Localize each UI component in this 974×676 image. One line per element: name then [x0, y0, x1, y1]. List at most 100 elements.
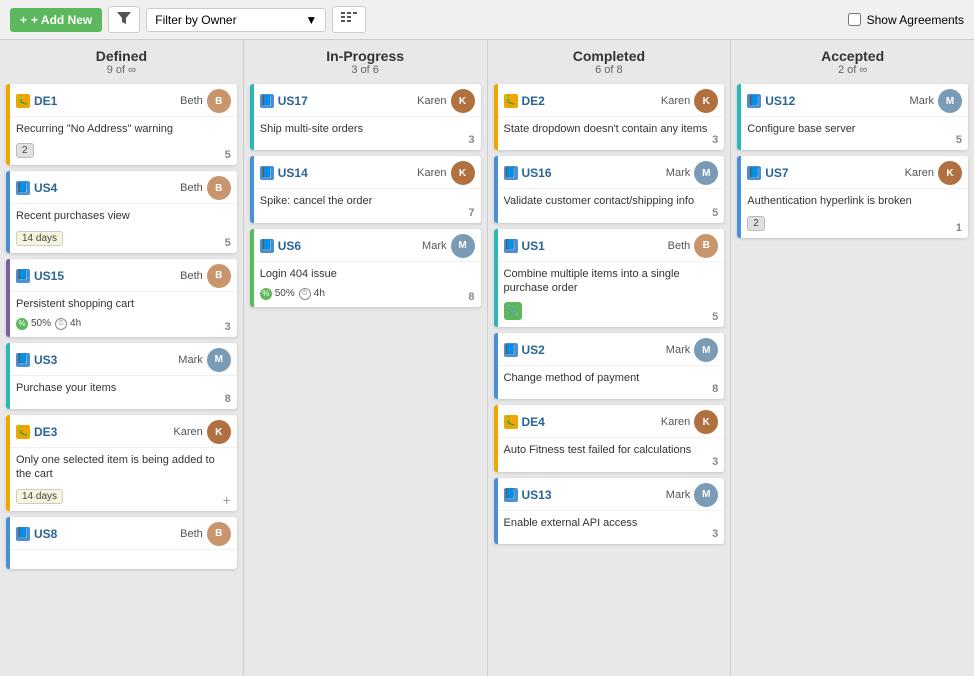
- card[interactable]: 📘 US4 Beth B Recent purchases view 14 da…: [6, 171, 237, 252]
- card[interactable]: 📘 US2 Mark M Change method of payment 8: [494, 333, 725, 399]
- card-owner: Karen K: [905, 161, 962, 185]
- card[interactable]: 🐛 DE1 Beth B Recurring "No Address" warn…: [6, 84, 237, 165]
- card-id[interactable]: US12: [765, 94, 795, 108]
- card-id-area: 📘 US17: [260, 94, 308, 108]
- card-points: 5: [712, 207, 718, 219]
- column-count-completed: 6 of 8: [492, 64, 727, 76]
- column-title-completed: Completed: [492, 48, 727, 64]
- card-header: 📘 US15 Beth B: [10, 259, 237, 292]
- card-id[interactable]: US15: [34, 269, 64, 283]
- card-header: 📘 US17 Karen K: [254, 84, 481, 117]
- owner-name: Karen: [661, 95, 690, 107]
- column-count-defined: 9 of ∞: [4, 64, 239, 76]
- card[interactable]: 📘 US8 Beth B: [6, 517, 237, 569]
- chevron-down-icon: ▼: [305, 13, 317, 27]
- story-icon: 📘: [504, 488, 518, 502]
- owner-name: Karen: [417, 95, 446, 107]
- card[interactable]: 📘 US13 Mark M Enable external API access…: [494, 478, 725, 544]
- owner-name: Beth: [668, 240, 691, 252]
- card[interactable]: 📘 US3 Mark M Purchase your items 8: [6, 343, 237, 409]
- story-icon: 📘: [16, 527, 30, 541]
- story-icon: 📘: [747, 166, 761, 180]
- story-icon: 📘: [504, 166, 518, 180]
- owner-name: Mark: [910, 95, 934, 107]
- card[interactable]: 📘 US6 Mark M Login 404 issue %50%⏱4h 8: [250, 229, 481, 307]
- card-header: 📘 US7 Karen K: [741, 156, 968, 189]
- card-owner: Mark M: [666, 483, 718, 507]
- avatar-karen: K: [207, 420, 231, 444]
- card-id[interactable]: US7: [765, 166, 788, 180]
- story-icon: 📘: [260, 239, 274, 253]
- tag-badge: 2: [747, 216, 765, 231]
- card-id[interactable]: US3: [34, 353, 57, 367]
- card-points: 8: [468, 291, 474, 303]
- card[interactable]: 🐛 DE3 Karen K Only one selected item is …: [6, 415, 237, 511]
- card-id[interactable]: DE4: [522, 415, 545, 429]
- avatar-mark: M: [207, 348, 231, 372]
- card-header: 📘 US12 Mark M: [741, 84, 968, 117]
- column-cards-completed: 🐛 DE2 Karen K State dropdown doesn't con…: [488, 80, 731, 676]
- card-id-area: 📘 US2: [504, 343, 545, 357]
- show-agreements-checkbox[interactable]: [848, 13, 861, 26]
- card[interactable]: 🐛 DE4 Karen K Auto Fitness test failed f…: [494, 405, 725, 471]
- card-body: Persistent shopping cart: [10, 292, 237, 315]
- owner-name: Mark: [666, 344, 690, 356]
- defect-icon: 🐛: [16, 425, 30, 439]
- card-id[interactable]: US1: [522, 239, 545, 253]
- owner-name: Karen: [417, 167, 446, 179]
- card-body: Validate customer contact/shipping info: [498, 189, 725, 212]
- card-id[interactable]: DE3: [34, 425, 57, 439]
- column-title-accepted: Accepted: [735, 48, 970, 64]
- toolbar: + + Add New Filter by Owner ▼ Show Agree…: [0, 0, 974, 40]
- add-new-button[interactable]: + + Add New: [10, 8, 102, 32]
- filter-icon-button[interactable]: [108, 6, 140, 33]
- card-id[interactable]: US6: [278, 239, 301, 253]
- owner-name: Karen: [661, 416, 690, 428]
- card-owner: Mark M: [178, 348, 230, 372]
- columns-icon: [341, 11, 357, 25]
- card-id[interactable]: US8: [34, 527, 57, 541]
- card-id[interactable]: US17: [278, 94, 308, 108]
- card-id-area: 📘 US14: [260, 166, 308, 180]
- card[interactable]: 📘 US12 Mark M Configure base server 5: [737, 84, 968, 150]
- story-icon: 📘: [504, 343, 518, 357]
- story-icon: 📘: [260, 94, 274, 108]
- card-id-area: 📘 US1: [504, 239, 545, 253]
- card-footer: [254, 140, 481, 146]
- filter-owner-dropdown[interactable]: Filter by Owner ▼: [146, 8, 326, 32]
- card-id[interactable]: DE2: [522, 94, 545, 108]
- card[interactable]: 📘 US15 Beth B Persistent shopping cart %…: [6, 259, 237, 337]
- card-id[interactable]: US2: [522, 343, 545, 357]
- card-id[interactable]: US14: [278, 166, 308, 180]
- card-id[interactable]: DE1: [34, 94, 57, 108]
- columns-button[interactable]: [332, 6, 366, 33]
- card-id[interactable]: US13: [522, 488, 552, 502]
- avatar-karen: K: [694, 89, 718, 113]
- card-id-area: 📘 US6: [260, 239, 301, 253]
- owner-name: Beth: [180, 528, 203, 540]
- card[interactable]: 📘 US7 Karen K Authentication hyperlink i…: [737, 156, 968, 237]
- column-title-defined: Defined: [4, 48, 239, 64]
- card[interactable]: 🐛 DE2 Karen K State dropdown doesn't con…: [494, 84, 725, 150]
- card[interactable]: 📘 US17 Karen K Ship multi-site orders 3: [250, 84, 481, 150]
- card-body: Recurring "No Address" warning: [10, 117, 237, 140]
- card-points: 3: [712, 134, 718, 146]
- card-body: Spike: cancel the order: [254, 189, 481, 212]
- card-footer: 14 days: [10, 228, 237, 249]
- card-id-area: 📘 US13: [504, 488, 552, 502]
- card-body: State dropdown doesn't contain any items: [498, 117, 725, 140]
- card[interactable]: 📘 US14 Karen K Spike: cancel the order 7: [250, 156, 481, 222]
- card-owner: Mark M: [422, 234, 474, 258]
- avatar-mark: M: [694, 483, 718, 507]
- card[interactable]: 📘 US16 Mark M Validate customer contact/…: [494, 156, 725, 222]
- card-id[interactable]: US16: [522, 166, 552, 180]
- column-header-defined: Defined 9 of ∞: [0, 40, 243, 80]
- card-id-area: 📘 US4: [16, 181, 57, 195]
- card-tags: 14 days: [16, 489, 63, 504]
- kanban-board: Defined 9 of ∞ 🐛 DE1 Beth B Recurring "N…: [0, 40, 974, 676]
- card-owner: Beth B: [180, 264, 231, 288]
- card-plus[interactable]: +: [223, 492, 231, 508]
- card[interactable]: 📘 US1 Beth B Combine multiple items into…: [494, 229, 725, 328]
- story-icon: 📘: [747, 94, 761, 108]
- card-id[interactable]: US4: [34, 181, 57, 195]
